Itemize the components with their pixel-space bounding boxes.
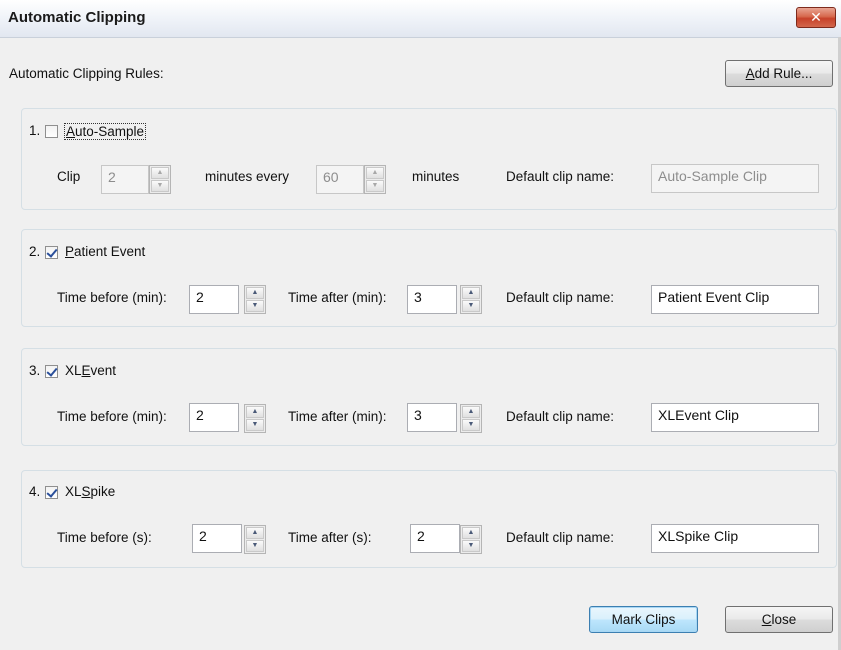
default-clip-name-field[interactable]: XLEvent Clip [651,403,819,432]
time-after-field[interactable]: 2 [410,524,460,553]
rule-2-group: 2. Patient Event Time before (min): 2 ▲ … [21,229,837,327]
default-clip-name-field[interactable]: Patient Event Clip [651,285,819,314]
every-minutes-field[interactable]: 60 [316,165,364,194]
time-before-label: Time before (s): [57,530,152,545]
spin-up-icon[interactable]: ▲ [366,167,384,179]
time-after-label: Time after (min): [288,290,387,305]
close-label-post: lose [771,612,797,627]
add-rule-label-post: dd Rule... [754,66,813,81]
rule-4-name[interactable]: XLSpike [65,484,115,499]
spin-down-icon[interactable]: ▼ [246,540,264,552]
rule-number: 3. [29,363,41,378]
time-before-spinner[interactable]: ▲ ▼ [244,404,266,433]
rule-4-group: 4. XLSpike Time before (s): 2 ▲ ▼ Time a… [21,470,837,568]
time-after-spinner[interactable]: ▲ ▼ [460,285,482,314]
close-button[interactable]: Close [725,606,833,633]
time-after-field[interactable]: 3 [407,403,457,432]
spin-down-icon[interactable]: ▼ [246,300,264,312]
default-clip-name-label: Default clip name: [506,169,615,184]
spin-down-icon[interactable]: ▼ [366,180,384,192]
spin-up-icon[interactable]: ▲ [246,527,264,539]
time-before-field[interactable]: 2 [189,285,239,314]
rule-1-group: 1. Auto-Sample Clip 2 ▲ ▼ minutes every … [21,108,837,210]
spin-up-icon[interactable]: ▲ [246,406,264,418]
rule-3-checkbox[interactable] [45,365,58,378]
mark-clips-button[interactable]: Mark Clips [589,606,698,633]
rule-2-name[interactable]: Patient Event [65,244,145,259]
rule-number: 4. [29,484,41,499]
rule-4-checkbox[interactable] [45,486,58,499]
time-after-label: Time after (s): [288,530,372,545]
minutes-label: minutes [412,169,460,184]
spin-down-icon[interactable]: ▼ [462,300,480,312]
add-rule-button[interactable]: Add Rule... [725,60,833,87]
rule-1-checkbox[interactable] [45,125,58,138]
time-before-label: Time before (min): [57,409,167,424]
clip-label: Clip [57,169,81,184]
title-bar[interactable]: Automatic Clipping ✕ [0,0,841,38]
spin-up-icon[interactable]: ▲ [462,527,480,539]
spin-up-icon[interactable]: ▲ [246,287,264,299]
spin-up-icon[interactable]: ▲ [462,406,480,418]
spin-down-icon[interactable]: ▼ [246,419,264,431]
rule-number: 1. [29,123,41,138]
spin-down-icon[interactable]: ▼ [462,419,480,431]
every-minutes-spinner[interactable]: ▲ ▼ [364,165,386,194]
minutes-every-label: minutes every [205,169,290,184]
default-clip-name-label: Default clip name: [506,530,615,545]
default-clip-name-label: Default clip name: [506,409,615,424]
spin-up-icon[interactable]: ▲ [151,167,169,179]
rule-number: 2. [29,244,41,259]
default-clip-name-field[interactable]: XLSpike Clip [651,524,819,553]
spin-down-icon[interactable]: ▼ [462,540,480,552]
default-clip-name-label: Default clip name: [506,290,615,305]
window-title: Automatic Clipping [8,9,146,26]
clip-minutes-field[interactable]: 2 [101,165,149,194]
time-before-spinner[interactable]: ▲ ▼ [244,285,266,314]
add-rule-label-accel: A [745,66,755,81]
rule-3-name[interactable]: XLEvent [65,363,116,378]
time-before-field[interactable]: 2 [192,524,242,553]
close-window-button[interactable]: ✕ [796,7,836,28]
time-after-label: Time after (min): [288,409,387,424]
clip-minutes-spinner[interactable]: ▲ ▼ [149,165,171,194]
rule-1-name[interactable]: Auto-Sample [64,123,147,140]
time-before-field[interactable]: 2 [189,403,239,432]
rules-heading: Automatic Clipping Rules: [9,66,164,81]
rule-3-group: 3. XLEvent Time before (min): 2 ▲ ▼ Time… [21,348,837,446]
automatic-clipping-dialog: Automatic Clipping ✕ Automatic Clipping … [0,0,841,650]
close-icon: ✕ [810,9,822,25]
rule-2-checkbox[interactable] [45,246,58,259]
default-clip-name-field[interactable]: Auto-Sample Clip [651,164,819,193]
spin-down-icon[interactable]: ▼ [151,180,169,192]
time-before-label: Time before (min): [57,290,167,305]
time-after-spinner[interactable]: ▲ ▼ [460,525,482,554]
time-after-field[interactable]: 3 [407,285,457,314]
time-before-spinner[interactable]: ▲ ▼ [244,525,266,554]
spin-up-icon[interactable]: ▲ [462,287,480,299]
time-after-spinner[interactable]: ▲ ▼ [460,404,482,433]
